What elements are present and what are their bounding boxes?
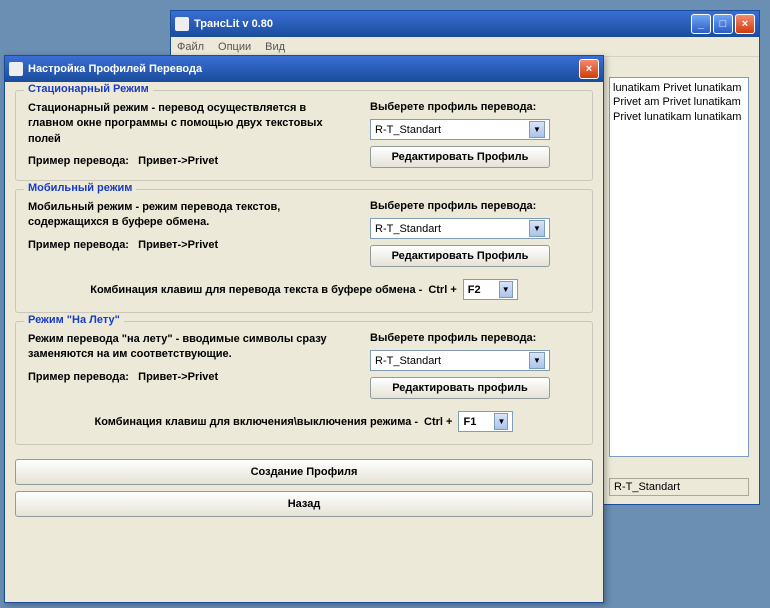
group-fly-title: Режим "На Лету" xyxy=(24,314,124,326)
menu-options[interactable]: Опции xyxy=(218,41,251,53)
dialog-titlebar: Настройка Профилей Перевода × xyxy=(5,56,603,82)
chevron-down-icon: ▼ xyxy=(529,121,545,138)
dialog-icon xyxy=(9,62,23,76)
mobile-profile-select[interactable]: R-T_Standart ▼ xyxy=(370,218,550,239)
dialog-profile-settings: Настройка Профилей Перевода × Стационарн… xyxy=(4,55,604,603)
group-fly: Режим "На Лету" Режим перевода "на лету"… xyxy=(15,321,593,445)
maximize-button[interactable]: □ xyxy=(713,14,733,34)
back-button[interactable]: Назад xyxy=(15,491,593,517)
fly-desc: Режим перевода "на лету" - вводимые симв… xyxy=(28,332,350,363)
fly-edit-button[interactable]: Редактировать профиль xyxy=(370,377,550,399)
minimize-button[interactable]: _ xyxy=(691,14,711,34)
stationary-select-label: Выберете профиль перевода: xyxy=(370,101,580,113)
mobile-edit-button[interactable]: Редактировать Профиль xyxy=(370,245,550,267)
chevron-down-icon: ▼ xyxy=(494,413,508,430)
mobile-example: Пример перевода: Привет->Privet xyxy=(28,239,350,251)
chevron-down-icon: ▼ xyxy=(499,281,513,298)
chevron-down-icon: ▼ xyxy=(529,352,545,369)
fly-example: Пример перевода: Привет->Privet xyxy=(28,371,350,383)
fly-select-label: Выберете профиль перевода: xyxy=(370,332,580,344)
mobile-hotkey-select[interactable]: F2 ▼ xyxy=(463,279,518,300)
fly-hotkey-select[interactable]: F1 ▼ xyxy=(458,411,513,432)
group-stationary: Стационарный Режим Стационарный режим - … xyxy=(15,90,593,181)
create-profile-button[interactable]: Создание Профиля xyxy=(15,459,593,485)
mobile-desc: Мобильный режим - режим перевода текстов… xyxy=(28,200,350,231)
app-icon xyxy=(175,17,189,31)
fly-hotkey-row: Комбинация клавиш для включения\выключен… xyxy=(28,411,580,432)
mobile-hotkey-row: Комбинация клавиш для перевода текста в … xyxy=(28,279,580,300)
status-bar: R-T_Standart xyxy=(609,478,749,496)
output-text-area[interactable]: lunatikam Privet lunatikam Privet am Pri… xyxy=(609,77,749,457)
menu-bar: Файл Опции Вид xyxy=(171,37,759,57)
menu-file[interactable]: Файл xyxy=(177,41,204,53)
dialog-title-text: Настройка Профилей Перевода xyxy=(28,63,202,75)
main-title-text: ТрансLit v 0.80 xyxy=(194,18,273,30)
group-mobile-title: Мобильный режим xyxy=(24,182,136,194)
stationary-profile-select[interactable]: R-T_Standart ▼ xyxy=(370,119,550,140)
menu-view[interactable]: Вид xyxy=(265,41,285,53)
mobile-select-label: Выберете профиль перевода: xyxy=(370,200,580,212)
stationary-edit-button[interactable]: Редактировать Профиль xyxy=(370,146,550,168)
stationary-example: Пример перевода: Привет->Privet xyxy=(28,155,350,167)
fly-profile-select[interactable]: R-T_Standart ▼ xyxy=(370,350,550,371)
group-mobile: Мобильный режим Мобильный режим - режим … xyxy=(15,189,593,313)
group-stationary-title: Стационарный Режим xyxy=(24,83,153,95)
chevron-down-icon: ▼ xyxy=(529,220,545,237)
stationary-desc: Стационарный режим - перевод осуществляе… xyxy=(28,101,350,147)
main-titlebar: ТрансLit v 0.80 _ □ × xyxy=(171,11,759,37)
close-button[interactable]: × xyxy=(735,14,755,34)
dialog-close-button[interactable]: × xyxy=(579,59,599,79)
